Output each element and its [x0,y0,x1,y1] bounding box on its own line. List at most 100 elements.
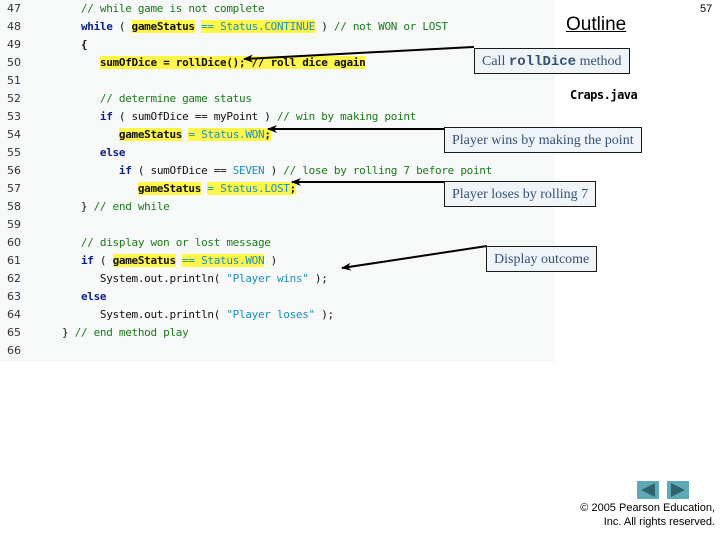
code-token: ); [308,272,328,285]
code-token: } [43,200,94,213]
line-number: 50 [7,56,21,69]
copyright-line-1: © 2005 Pearson Education, [580,502,715,514]
code-text: System.out.println( "Player loses" ); [43,306,334,324]
callout-player-wins: Player wins by making the point [444,127,642,153]
code-text: System.out.println( "Player wins" ); [43,270,328,288]
line-number: 49 [7,38,21,51]
highlighted-code-token: gameStatus [118,128,183,141]
code-token: // not WON or LOST [333,20,448,33]
highlighted-code-token: Status.LOST [220,182,290,195]
code-text: else [43,144,126,162]
code-token: // while game is not complete [43,2,265,15]
line-number: 64 [7,308,21,321]
code-token: ) [264,254,278,267]
line-number: 59 [7,218,21,231]
code-token: // lose by rolling 7 before point [283,164,492,177]
file-name-label: Craps.java [570,88,638,102]
code-text: // display won or lost message [43,234,271,252]
code-token: if [99,110,113,123]
line-number: 58 [7,200,21,213]
line-number: 57 [7,182,21,195]
triangle-right-icon [671,483,685,497]
code-text: gameStatus = Status.WON; [43,126,271,144]
next-slide-button[interactable] [667,481,689,499]
code-token: ( sumOfDice == [131,164,233,177]
code-token: ( [112,20,132,33]
code-text: gameStatus = Status.LOST; [43,180,296,198]
line-number: 65 [7,326,21,339]
triangle-left-icon [641,483,655,497]
line-number: 51 [7,74,21,87]
code-token: ( sumOfDice == myPoint ) [112,110,277,123]
code-token: "Player loses" [226,308,315,321]
code-token: // display won or lost message [43,236,271,249]
page-number: 57 [700,3,713,15]
code-token: if [80,254,94,267]
highlighted-code-token: = [188,128,202,141]
highlighted-code-token: Status.WON [201,128,265,141]
copyright-notice: © 2005 Pearson Education, Inc. All right… [560,501,715,529]
line-number: 56 [7,164,21,177]
code-token: SEVEN [232,164,265,177]
line-number: 54 [7,128,21,141]
highlighted-code-token: == [201,20,221,33]
code-token: ) [314,20,334,33]
highlighted-code-token: ; [289,182,296,195]
code-text: { [43,36,88,54]
previous-slide-button[interactable] [637,481,659,499]
callout-prefix: Call [482,54,509,69]
code-token: System.out.println( [43,308,227,321]
line-number: 53 [7,110,21,123]
code-token: while [80,20,113,33]
line-number: 48 [7,20,21,33]
line-number: 52 [7,92,21,105]
code-token: ( [93,254,113,267]
code-text: else [43,288,107,306]
line-number: 47 [7,2,21,15]
outline-link[interactable]: Outline [566,14,626,36]
code-text: // while game is not complete [43,0,265,18]
code-token: ) [264,164,284,177]
code-text: while ( gameStatus == Status.CONTINUE ) … [43,18,448,36]
code-text: if ( gameStatus == Status.WON ) [43,252,277,270]
highlighted-code-token: sumOfDice = rollDice(); // roll dice aga… [99,56,366,69]
code-token: { [43,38,88,51]
line-number: 61 [7,254,21,267]
highlighted-code-token: == [182,254,202,267]
highlighted-code-token: Status.WON [201,254,265,267]
line-number: 66 [7,344,21,357]
code-token: // win by making point [276,110,417,123]
line-number: 62 [7,272,21,285]
code-text: } // end method play [43,324,189,342]
code-token: else [80,290,107,303]
highlighted-code-token: gameStatus [131,20,195,33]
callout-code: rollDice [508,54,577,70]
code-text: if ( sumOfDice == myPoint ) // win by ma… [43,108,416,126]
line-number: 55 [7,146,21,159]
code-token: if [118,164,132,177]
code-text: sumOfDice = rollDice(); // roll dice aga… [43,54,366,72]
highlighted-code-token: gameStatus [112,254,176,267]
callout-display-outcome: Display outcome [486,246,598,272]
highlighted-code-token: = [207,182,221,195]
code-text: } // end while [43,198,170,216]
code-token: else [99,146,126,159]
highlighted-code-token: gameStatus [137,182,202,195]
code-token: } [43,326,75,339]
highlighted-code-token: Status.CONTINUE [220,20,315,33]
code-token: ); [314,308,334,321]
code-text: if ( sumOfDice == SEVEN ) // lose by rol… [43,162,492,180]
code-token: System.out.println( [43,272,227,285]
line-number: 60 [7,236,21,249]
callout-call-rolldice: Call rollDice method [474,48,630,74]
callout-player-loses: Player loses by rolling 7 [444,181,597,207]
